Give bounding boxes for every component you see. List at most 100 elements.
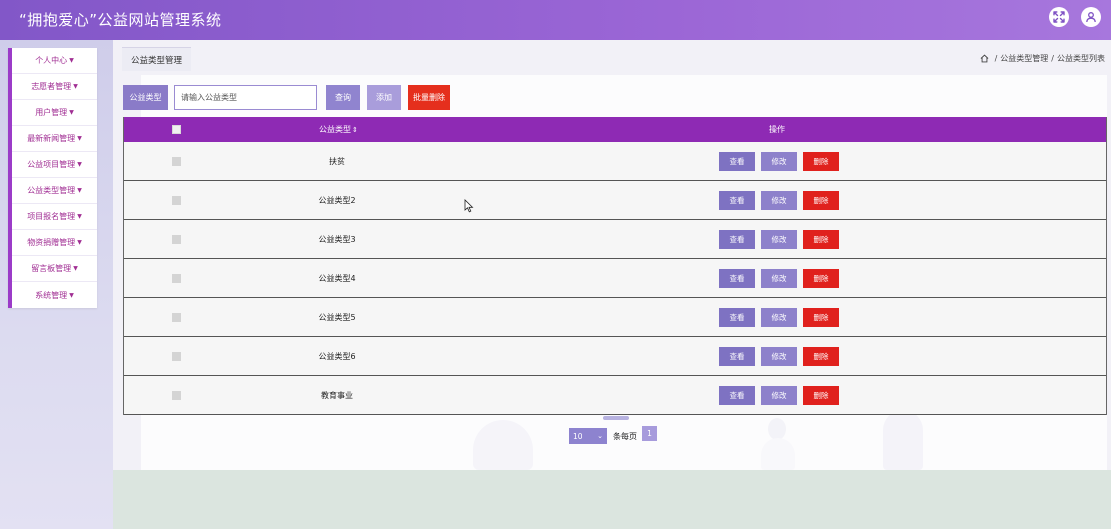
home-icon[interactable] bbox=[980, 54, 989, 63]
row-actions: 查看 修改 删除 bbox=[719, 259, 839, 297]
row-check-cell bbox=[172, 142, 181, 180]
row-checkbox[interactable] bbox=[172, 234, 181, 244]
sidebar-item-label: 留言板管理 bbox=[31, 264, 72, 273]
edit-button[interactable]: 修改 bbox=[761, 268, 797, 288]
row-type: 扶贫 bbox=[329, 156, 345, 166]
delete-button[interactable]: 删除 bbox=[803, 385, 839, 405]
column-header-label: 公益类型 bbox=[319, 125, 351, 134]
sidebar-item-system[interactable]: 系统管理 ▼ bbox=[12, 282, 97, 308]
row-check-cell bbox=[172, 376, 181, 414]
row-checkbox[interactable] bbox=[172, 351, 181, 361]
edit-button[interactable]: 修改 bbox=[761, 151, 797, 171]
delete-button[interactable]: 删除 bbox=[803, 268, 839, 288]
row-actions: 查看 修改 删除 bbox=[719, 220, 839, 258]
app-title: “拥抱爱心”公益网站管理系统 bbox=[19, 11, 222, 29]
main-lower-background bbox=[113, 470, 1111, 529]
user-icon-glyph bbox=[1086, 12, 1096, 23]
edit-button[interactable]: 修改 bbox=[761, 346, 797, 366]
page-title: 公益类型管理 bbox=[122, 47, 192, 71]
row-type: 公益类型4 bbox=[318, 273, 356, 283]
table-row: 扶贫 查看 修改 删除 bbox=[124, 142, 1106, 181]
row-actions: 查看 修改 删除 bbox=[719, 142, 839, 180]
view-button[interactable]: 查看 bbox=[719, 346, 755, 366]
column-header-type[interactable]: 公益类型 ⇕ bbox=[319, 117, 358, 142]
fullscreen-icon[interactable] bbox=[1049, 7, 1069, 27]
delete-button[interactable]: 删除 bbox=[803, 151, 839, 171]
caret-down-icon: ▼ bbox=[77, 213, 82, 220]
column-header-operations: 操作 bbox=[769, 125, 785, 134]
view-button[interactable]: 查看 bbox=[719, 268, 755, 288]
row-actions: 查看 修改 删除 bbox=[719, 376, 839, 414]
caret-down-icon: ▼ bbox=[77, 135, 82, 142]
breadcrumb-level2: 公益类型列表 bbox=[1057, 54, 1105, 63]
sidebar-item-personal-center[interactable]: 个人中心 ▼ bbox=[12, 48, 97, 74]
view-button[interactable]: 查看 bbox=[719, 190, 755, 210]
table-row: 教育事业 查看 修改 删除 bbox=[124, 376, 1106, 415]
sidebar-item-label: 公益项目管理 bbox=[27, 160, 76, 169]
search-input[interactable] bbox=[174, 85, 317, 110]
add-button[interactable]: 添加 bbox=[367, 85, 401, 110]
edit-button[interactable]: 修改 bbox=[761, 229, 797, 249]
row-checkbox[interactable] bbox=[172, 273, 181, 283]
breadcrumb-separator: / bbox=[994, 54, 998, 63]
table-row: 公益类型6 查看 修改 删除 bbox=[124, 337, 1106, 376]
sidebar-item-label: 用户管理 bbox=[35, 108, 68, 117]
view-button[interactable]: 查看 bbox=[719, 151, 755, 171]
page-number-button[interactable]: 1 bbox=[642, 426, 657, 441]
row-type: 公益类型2 bbox=[318, 195, 356, 205]
sidebar-item-charity-types[interactable]: 公益类型管理 ▼ bbox=[12, 178, 97, 204]
breadcrumb-separator: / bbox=[1051, 54, 1054, 63]
user-icon[interactable] bbox=[1081, 7, 1101, 27]
batch-delete-button[interactable]: 批量删除 bbox=[408, 85, 450, 110]
delete-button[interactable]: 删除 bbox=[803, 307, 839, 327]
sidebar-item-users[interactable]: 用户管理 ▼ bbox=[12, 100, 97, 126]
scroll-indicator bbox=[603, 416, 629, 420]
row-checkbox[interactable] bbox=[172, 390, 181, 400]
sidebar-item-volunteers[interactable]: 志愿者管理 ▼ bbox=[12, 74, 97, 100]
row-type: 公益类型3 bbox=[318, 234, 356, 244]
edit-button[interactable]: 修改 bbox=[761, 190, 797, 210]
sort-icon: ⇕ bbox=[352, 125, 358, 134]
table-row: 公益类型5 查看 修改 删除 bbox=[124, 298, 1106, 337]
view-button[interactable]: 查看 bbox=[719, 385, 755, 405]
fullscreen-icon-glyph bbox=[1053, 11, 1065, 23]
caret-down-icon: ▼ bbox=[73, 265, 78, 272]
delete-button[interactable]: 删除 bbox=[803, 229, 839, 249]
caret-down-icon: ▼ bbox=[73, 83, 78, 90]
caret-down-icon: ▼ bbox=[77, 239, 82, 246]
caret-down-icon: ▼ bbox=[77, 187, 82, 194]
select-all-checkbox[interactable] bbox=[172, 125, 181, 134]
caret-down-icon: ▼ bbox=[69, 291, 74, 299]
sidebar-item-registrations[interactable]: 项目报名管理 ▼ bbox=[12, 204, 97, 230]
view-button[interactable]: 查看 bbox=[719, 229, 755, 249]
row-check-cell bbox=[172, 220, 181, 258]
breadcrumb-level1[interactable]: 公益类型管理 bbox=[1000, 53, 1048, 64]
row-type: 公益类型5 bbox=[318, 312, 356, 322]
view-button[interactable]: 查看 bbox=[719, 307, 755, 327]
row-checkbox[interactable] bbox=[172, 312, 181, 322]
select-all-cell bbox=[172, 117, 181, 142]
sidebar-item-label: 公益类型管理 bbox=[27, 186, 76, 195]
cursor-icon bbox=[464, 199, 474, 213]
row-checkbox[interactable] bbox=[172, 156, 181, 166]
table-row: 公益类型3 查看 修改 删除 bbox=[124, 220, 1106, 259]
delete-button[interactable]: 删除 bbox=[803, 190, 839, 210]
edit-button[interactable]: 修改 bbox=[761, 307, 797, 327]
sidebar-menu: 个人中心 ▼ 志愿者管理 ▼ 用户管理 ▼ 最新新闻管理 ▼ 公益项目管理 ▼ 公益类型管… bbox=[8, 48, 97, 308]
row-check-cell bbox=[172, 337, 181, 375]
sidebar-item-donations[interactable]: 物资捐赠管理 ▼ bbox=[12, 230, 97, 256]
sidebar-item-message-board[interactable]: 留言板管理 ▼ bbox=[12, 256, 97, 282]
search-label: 公益类型 bbox=[123, 85, 168, 110]
sidebar-item-label: 物资捐赠管理 bbox=[27, 238, 76, 247]
delete-button[interactable]: 删除 bbox=[803, 346, 839, 366]
sidebar-item-label: 最新新闻管理 bbox=[27, 134, 76, 143]
edit-button[interactable]: 修改 bbox=[761, 385, 797, 405]
row-checkbox[interactable] bbox=[172, 195, 181, 205]
top-header: “拥抱爱心”公益网站管理系统 bbox=[0, 0, 1111, 40]
sidebar-item-projects[interactable]: 公益项目管理 ▼ bbox=[12, 152, 97, 178]
sidebar-item-news[interactable]: 最新新闻管理 ▼ bbox=[12, 126, 97, 152]
sidebar-item-label: 项目报名管理 bbox=[27, 212, 76, 221]
page-size-select[interactable]: 10 ⌄ bbox=[569, 428, 607, 444]
query-button[interactable]: 查询 bbox=[326, 85, 360, 110]
breadcrumb: / 公益类型管理 / 公益类型列表 bbox=[980, 53, 1105, 64]
